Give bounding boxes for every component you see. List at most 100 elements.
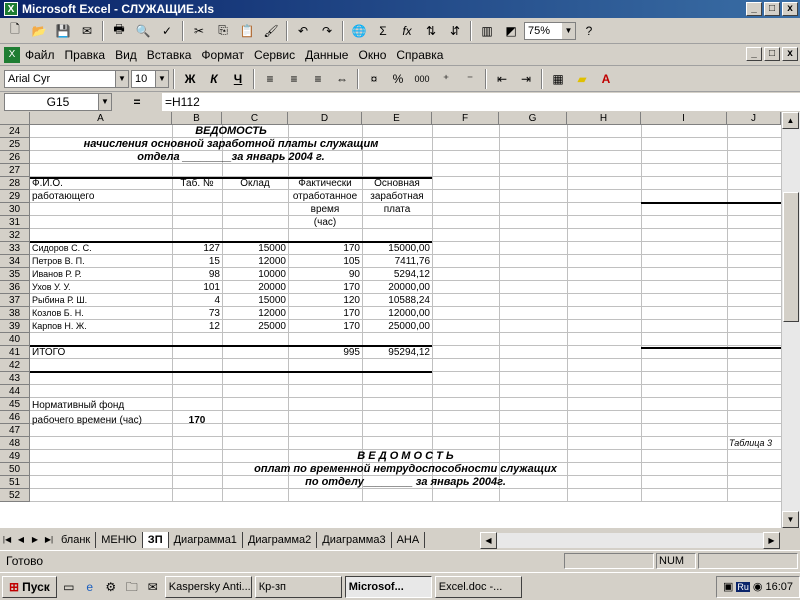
font-size-select[interactable]: 10 ▼: [131, 69, 169, 88]
employee-salary[interactable]: 12000: [224, 307, 286, 320]
menu-window[interactable]: Окно: [353, 48, 391, 62]
start-button[interactable]: ⊞ Пуск: [2, 575, 57, 598]
employee-salary[interactable]: 15000: [224, 242, 286, 255]
spelling-icon[interactable]: ✓: [156, 20, 178, 42]
employee-pay[interactable]: 15000,00: [364, 242, 430, 255]
row-header[interactable]: 36: [0, 281, 30, 294]
row-header[interactable]: 43: [0, 372, 30, 385]
row-header[interactable]: 25: [0, 138, 30, 151]
column-header[interactable]: A: [30, 112, 172, 125]
employee-hours[interactable]: 170: [290, 307, 360, 320]
column-header[interactable]: C: [222, 112, 288, 125]
employee-salary[interactable]: 10000: [224, 268, 286, 281]
total-label[interactable]: ИТОГО: [32, 346, 170, 359]
employee-tab-number[interactable]: 127: [174, 242, 220, 255]
quick-launch-icon[interactable]: 🗀: [123, 578, 141, 596]
header-cell[interactable]: плата: [364, 203, 430, 216]
cut-icon[interactable]: ✂: [188, 20, 210, 42]
column-header[interactable]: I: [641, 112, 727, 125]
font-select[interactable]: Arial Cyr ▼: [4, 69, 129, 88]
taskbar-item[interactable]: Kaspersky Anti...: [164, 575, 252, 598]
row-header[interactable]: 33: [0, 242, 30, 255]
row-header[interactable]: 30: [0, 203, 30, 216]
header-cell[interactable]: время: [290, 203, 360, 216]
column-header[interactable]: F: [432, 112, 499, 125]
employee-name[interactable]: Рыбина Р. Ш.: [32, 294, 170, 307]
employee-tab-number[interactable]: 12: [174, 320, 220, 333]
taskbar-item[interactable]: Кр-зп: [254, 575, 342, 598]
sheet-tab[interactable]: АНА: [392, 532, 426, 548]
bold-button[interactable]: Ж: [179, 68, 201, 90]
sheet-tab[interactable]: МЕНЮ: [96, 532, 143, 548]
taskbar-item-active[interactable]: Microsof...: [344, 575, 432, 598]
employee-name[interactable]: Сидоров С. С.: [32, 242, 170, 255]
sheet-tab[interactable]: бланк: [56, 532, 97, 548]
row-header[interactable]: 46: [0, 411, 30, 424]
header-cell[interactable]: работающего: [32, 190, 170, 203]
last-sheet-icon[interactable]: ▶|: [42, 533, 56, 547]
workbook-icon[interactable]: X: [4, 46, 20, 63]
row-header[interactable]: 52: [0, 489, 30, 502]
undo-icon[interactable]: ↶: [292, 20, 314, 42]
excel-app-icon[interactable]: X: [4, 2, 18, 16]
employee-pay[interactable]: 5294,12: [364, 268, 430, 281]
sheet-subtitle[interactable]: по отделу________ за январь 2004г.: [32, 476, 779, 489]
doc-minimize-button[interactable]: _: [746, 47, 762, 61]
doc-restore-button[interactable]: □: [764, 47, 780, 61]
scroll-left-icon[interactable]: ◀: [480, 532, 497, 549]
row-header[interactable]: 51: [0, 476, 30, 489]
column-header[interactable]: G: [499, 112, 567, 125]
redo-icon[interactable]: ↷: [316, 20, 338, 42]
align-center-icon[interactable]: ≡: [283, 68, 305, 90]
employee-tab-number[interactable]: 73: [174, 307, 220, 320]
sheet-subtitle[interactable]: начисления основной заработной платы слу…: [32, 138, 430, 151]
new-file-icon[interactable]: 🗋: [4, 20, 26, 42]
sheet-title[interactable]: ВЕДОМОСТЬ: [32, 125, 430, 138]
sheet-tab[interactable]: Диаграмма3: [317, 532, 392, 548]
doc-close-button[interactable]: x: [782, 47, 798, 61]
email-icon[interactable]: ✉: [76, 20, 98, 42]
employee-pay[interactable]: 25000,00: [364, 320, 430, 333]
row-header[interactable]: 42: [0, 359, 30, 372]
worksheet-grid[interactable]: A B C D E F G H I J 24 25 26 27 28 29 30 31 32 33 34 35 36 37 38…: [0, 112, 800, 528]
sheet-title[interactable]: В Е Д О М О С Т Ь: [32, 450, 779, 463]
employee-hours[interactable]: 90: [290, 268, 360, 281]
employee-name[interactable]: Ухов У. У.: [32, 281, 170, 294]
hyperlink-icon[interactable]: 🌐: [348, 20, 370, 42]
row-header[interactable]: 28: [0, 177, 30, 190]
first-sheet-icon[interactable]: |◀: [0, 533, 14, 547]
format-painter-icon[interactable]: 🖌: [260, 20, 282, 42]
chevron-down-icon[interactable]: ▼: [115, 70, 128, 87]
vertical-scrollbar[interactable]: ▲ ▼: [781, 112, 800, 528]
merge-center-icon[interactable]: ⇔: [331, 68, 353, 90]
sort-descending-icon[interactable]: ⇵: [444, 20, 466, 42]
tray-icon[interactable]: ◉: [753, 580, 763, 593]
minimize-button[interactable]: _: [746, 2, 762, 16]
zoom-select[interactable]: 75% ▼: [524, 21, 576, 40]
menu-view[interactable]: Вид: [110, 48, 142, 62]
scroll-up-icon[interactable]: ▲: [782, 112, 799, 129]
chevron-down-icon[interactable]: ▼: [155, 70, 168, 87]
row-header[interactable]: 35: [0, 268, 30, 281]
show-desktop-icon[interactable]: ▭: [60, 578, 78, 596]
sheet-tab[interactable]: Диаграмма1: [169, 532, 243, 548]
column-header[interactable]: D: [288, 112, 362, 125]
employee-hours[interactable]: 120: [290, 294, 360, 307]
thousands-button[interactable]: 000: [411, 68, 433, 90]
tray-icon[interactable]: ▣: [723, 580, 733, 593]
employee-name[interactable]: Козлов Б. Н.: [32, 307, 170, 320]
employee-tab-number[interactable]: 15: [174, 255, 220, 268]
select-all-corner[interactable]: [0, 112, 30, 125]
horizontal-scrollbar[interactable]: ◀ ▶: [480, 532, 780, 549]
sheet-subtitle[interactable]: отдела ________за январь 2004 г.: [32, 151, 430, 164]
row-header[interactable]: 45: [0, 398, 30, 411]
header-cell[interactable]: (час): [290, 216, 360, 229]
align-right-icon[interactable]: ≡: [307, 68, 329, 90]
italic-button[interactable]: К: [203, 68, 225, 90]
column-header[interactable]: B: [172, 112, 222, 125]
sheet-subtitle[interactable]: оплат по временной нетрудоспособности сл…: [32, 463, 779, 476]
name-box[interactable]: G15 ▼: [4, 93, 112, 111]
scroll-right-icon[interactable]: ▶: [763, 532, 780, 549]
employee-hours[interactable]: 170: [290, 281, 360, 294]
column-header[interactable]: E: [362, 112, 432, 125]
